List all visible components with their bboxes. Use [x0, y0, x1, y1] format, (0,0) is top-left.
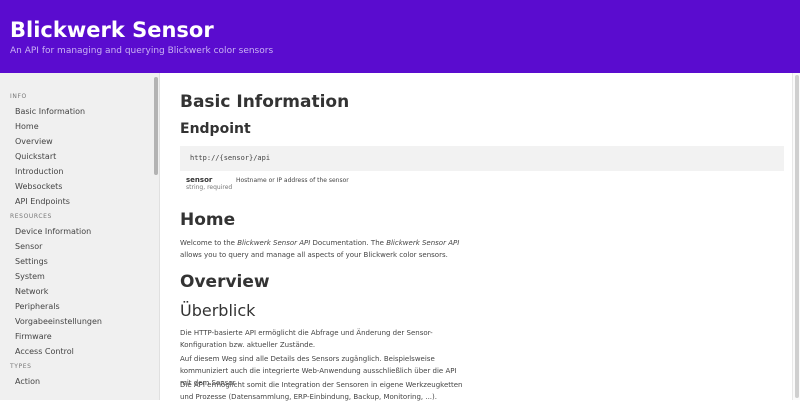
home-text-2: Documentation. The [310, 239, 387, 247]
home-text-em-2: Blickwerk Sensor API [386, 239, 460, 247]
sidebar-item-vorgabeeinstellungen[interactable]: Vorgabeeinstellungen [0, 314, 159, 329]
sidebar-item-peripherals[interactable]: Peripherals [0, 299, 159, 314]
sidebar-scrollbar-thumb[interactable] [154, 77, 158, 175]
home-text-1: Welcome to the [180, 239, 238, 247]
sidebar-item-api-endpoints[interactable]: API Endpoints [0, 194, 159, 209]
heading-home: Home [180, 210, 236, 230]
heading-overview: Overview [180, 272, 270, 292]
sidebar-item-network[interactable]: Network [0, 284, 159, 299]
sidebar-item-access-control[interactable]: Access Control [0, 344, 159, 359]
param-type: string, [186, 184, 206, 191]
overview-paragraph-3: Die API ermöglicht somit die Integration… [180, 381, 463, 401]
sidebar-item-action[interactable]: Action [0, 374, 159, 389]
home-text-3: allows you to query and manage all aspec… [180, 251, 448, 259]
sidebar-item-quickstart[interactable]: Quickstart [0, 149, 159, 164]
heading-ueberblick: Überblick [180, 301, 256, 320]
param-required: required [207, 184, 233, 191]
page-header: Blickwerk Sensor An API for managing and… [0, 0, 800, 73]
home-description: Welcome to the Blickwerk Sensor API Docu… [180, 237, 465, 261]
sidebar-item-sensor[interactable]: Sensor [0, 239, 159, 254]
sidebar-section-types: TYPES [10, 363, 32, 370]
app-title: Blickwerk Sensor [10, 18, 214, 42]
sidebar-item-device-information[interactable]: Device Information [0, 224, 159, 239]
main-scrollbar[interactable] [792, 73, 800, 400]
sidebar: INFO Basic Information Home Overview Qui… [0, 73, 160, 400]
endpoint-url-code: http://{sensor}/api [180, 146, 784, 171]
sidebar-item-system[interactable]: System [0, 269, 159, 284]
sidebar-scrollbar[interactable] [153, 73, 159, 400]
sidebar-section-info: INFO [10, 93, 27, 100]
sidebar-item-websockets[interactable]: Websockets [0, 179, 159, 194]
app-subtitle: An API for managing and querying Blickwe… [10, 46, 274, 56]
param-meta: string, required [186, 184, 232, 191]
sidebar-section-resources: RESOURCES [10, 213, 52, 220]
sidebar-item-basic-information[interactable]: Basic Information [0, 104, 159, 119]
param-description: Hostname or IP address of the sensor [236, 177, 349, 184]
heading-basic-information: Basic Information [180, 92, 350, 112]
param-name: sensor [186, 176, 213, 184]
sidebar-item-settings[interactable]: Settings [0, 254, 159, 269]
home-text-em-1: Blickwerk Sensor API [237, 239, 311, 247]
heading-endpoint: Endpoint [180, 121, 251, 137]
overview-paragraph-1: Die HTTP-basierte API ermöglicht die Abf… [180, 329, 433, 349]
main-scrollbar-thumb[interactable] [795, 75, 799, 398]
param-sensor: sensor string, required [186, 176, 232, 191]
sidebar-item-home[interactable]: Home [0, 119, 159, 134]
sidebar-item-overview[interactable]: Overview [0, 134, 159, 149]
sidebar-item-introduction[interactable]: Introduction [0, 164, 159, 179]
sidebar-item-firmware[interactable]: Firmware [0, 329, 159, 344]
